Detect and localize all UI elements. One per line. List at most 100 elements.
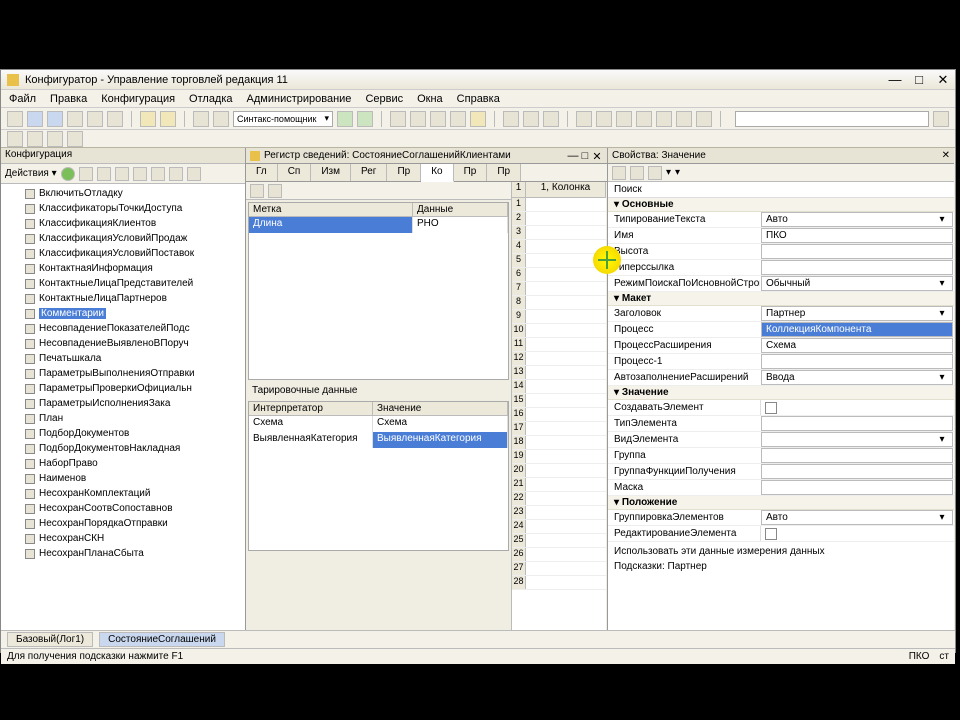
tb-btn-icon[interactable] xyxy=(636,111,652,127)
tb-refresh-icon[interactable] xyxy=(337,111,353,127)
ruler-row[interactable]: 14 xyxy=(512,380,606,394)
tree-btn-icon[interactable] xyxy=(79,167,93,181)
prop-section-main[interactable]: ▾ Основные xyxy=(608,198,954,212)
tree-item[interactable]: КлассификаторыТочкиДоступа xyxy=(1,201,245,216)
checkbox[interactable] xyxy=(765,402,777,414)
tb-btn-icon[interactable] xyxy=(616,111,632,127)
tree-btn-icon[interactable] xyxy=(115,167,129,181)
prop-value[interactable] xyxy=(761,260,953,275)
prop-value[interactable]: ПКО xyxy=(761,228,953,243)
grid2-row[interactable]: СхемаСхема xyxy=(249,416,508,432)
tree-item[interactable]: КонтактнаяИнформация xyxy=(1,261,245,276)
tb-combo[interactable]: Синтакс-помощник▾ xyxy=(233,111,333,127)
tb-btn-icon[interactable] xyxy=(430,111,446,127)
center-max-icon[interactable]: □ xyxy=(579,150,591,162)
prop-value[interactable]: Схема xyxy=(761,338,953,353)
ruler-row[interactable]: 28 xyxy=(512,576,606,590)
tb-btn-icon[interactable] xyxy=(696,111,712,127)
ruler-row[interactable]: 15 xyxy=(512,394,606,408)
center-min-icon[interactable]: — xyxy=(567,150,579,162)
chevron-down-icon[interactable]: ▾ xyxy=(936,372,948,383)
grid-del-icon[interactable] xyxy=(268,184,282,198)
menu-debug[interactable]: Отладка xyxy=(189,93,232,105)
tree-add-icon[interactable] xyxy=(61,167,75,181)
menu-file[interactable]: Файл xyxy=(9,93,36,105)
prop-value[interactable] xyxy=(761,464,953,479)
ruler-list[interactable]: 1234567891011121314151617181920212223242… xyxy=(512,198,606,630)
menu-service[interactable]: Сервис xyxy=(365,93,403,105)
center-tab[interactable]: Пр xyxy=(487,164,521,181)
config-tree[interactable]: ВключитьОтладкуКлассификаторыТочкиДоступ… xyxy=(1,184,245,630)
prop-value[interactable] xyxy=(760,526,954,541)
chevron-down-icon[interactable]: ▾ xyxy=(936,278,948,289)
ruler-row[interactable]: 5 xyxy=(512,254,606,268)
tree-item[interactable]: НесохранПланаСбыта xyxy=(1,546,245,561)
center-tab[interactable]: Гл xyxy=(246,164,278,181)
grid-resources[interactable]: Интерпретатор Значение СхемаСхемаВыявлен… xyxy=(248,401,509,551)
ruler-row[interactable]: 9 xyxy=(512,310,606,324)
tree-item[interactable]: НесохранСоотвСопоставнов xyxy=(1,501,245,516)
menu-config[interactable]: Конфигурация xyxy=(101,93,175,105)
prop-tb-dd-icon[interactable]: ▾ xyxy=(675,167,680,178)
tb-cut-icon[interactable] xyxy=(67,111,83,127)
center-close-icon[interactable]: ✕ xyxy=(591,150,603,162)
prop-tb-icon[interactable] xyxy=(630,166,644,180)
grid-add-icon[interactable] xyxy=(250,184,264,198)
tree-item[interactable]: КлассификацияУсловийПродаж xyxy=(1,231,245,246)
tree-item[interactable]: КонтактныеЛицаПредставителей xyxy=(1,276,245,291)
tree-item[interactable]: ПодборДокументов xyxy=(1,426,245,441)
center-tab[interactable]: Сп xyxy=(278,164,312,181)
ruler-row[interactable]: 22 xyxy=(512,492,606,506)
ruler-row[interactable]: 21 xyxy=(512,478,606,492)
tb-save-icon[interactable] xyxy=(47,111,63,127)
ruler-row[interactable]: 24 xyxy=(512,520,606,534)
tb-btn-icon[interactable] xyxy=(596,111,612,127)
tb-btn-icon[interactable] xyxy=(470,111,486,127)
prop-section-position[interactable]: ▾ Положение xyxy=(608,496,954,510)
tb-btn-icon[interactable] xyxy=(523,111,539,127)
minimize-button[interactable]: — xyxy=(889,74,901,86)
tree-item[interactable]: Наименов xyxy=(1,471,245,486)
tb-search-input[interactable] xyxy=(735,111,929,127)
ruler-row[interactable]: 11 xyxy=(512,338,606,352)
footer-tab-0[interactable]: Базовый(Лог1) xyxy=(7,632,93,647)
properties-list[interactable]: Поиск ▾ Основные ТипированиеТекстаАвто▾И… xyxy=(608,182,954,630)
tree-item[interactable]: Печатьшкала xyxy=(1,351,245,366)
tb2-btn-icon[interactable] xyxy=(47,131,63,147)
tree-item[interactable]: План xyxy=(1,411,245,426)
ruler-row[interactable]: 10 xyxy=(512,324,606,338)
tree-item[interactable]: НаборПраво xyxy=(1,456,245,471)
tree-item[interactable]: ВключитьОтладку xyxy=(1,186,245,201)
prop-value[interactable]: Обычный▾ xyxy=(761,276,953,291)
ruler-row[interactable]: 16 xyxy=(512,408,606,422)
tb-open-icon[interactable] xyxy=(27,111,43,127)
tb-new-icon[interactable] xyxy=(7,111,23,127)
ruler-row[interactable]: 7 xyxy=(512,282,606,296)
tb-search-go-icon[interactable] xyxy=(933,111,949,127)
tree-item[interactable]: НесохранСКН xyxy=(1,531,245,546)
menu-help[interactable]: Справка xyxy=(457,93,500,105)
tb-run-icon[interactable] xyxy=(357,111,373,127)
prop-tb-icon[interactable] xyxy=(648,166,662,180)
tb2-btn-icon[interactable] xyxy=(7,131,23,147)
tb-undo-icon[interactable] xyxy=(140,111,156,127)
tree-item[interactable]: ПараметрыПроверкиОфициальн xyxy=(1,381,245,396)
tb-btn-icon[interactable] xyxy=(410,111,426,127)
menu-windows[interactable]: Окна xyxy=(417,93,443,105)
ruler-row[interactable]: 13 xyxy=(512,366,606,380)
tree-btn-icon[interactable] xyxy=(169,167,183,181)
chevron-down-icon[interactable]: ▾ xyxy=(936,512,948,523)
tree-item[interactable]: НесовпадениеВыявленоВПоруч xyxy=(1,336,245,351)
ruler-row[interactable]: 17 xyxy=(512,422,606,436)
ruler-row[interactable]: 8 xyxy=(512,296,606,310)
ruler-row[interactable]: 3 xyxy=(512,226,606,240)
tb-btn-icon[interactable] xyxy=(503,111,519,127)
close-button[interactable]: ✕ xyxy=(937,74,949,86)
tb-btn-icon[interactable] xyxy=(676,111,692,127)
chevron-down-icon[interactable]: ▾ xyxy=(936,308,948,319)
chevron-down-icon[interactable]: ▾ xyxy=(936,214,948,225)
center-tab[interactable]: Пр xyxy=(454,164,488,181)
ruler-row[interactable]: 25 xyxy=(512,534,606,548)
ruler-row[interactable]: 20 xyxy=(512,464,606,478)
tb2-btn-icon[interactable] xyxy=(67,131,83,147)
